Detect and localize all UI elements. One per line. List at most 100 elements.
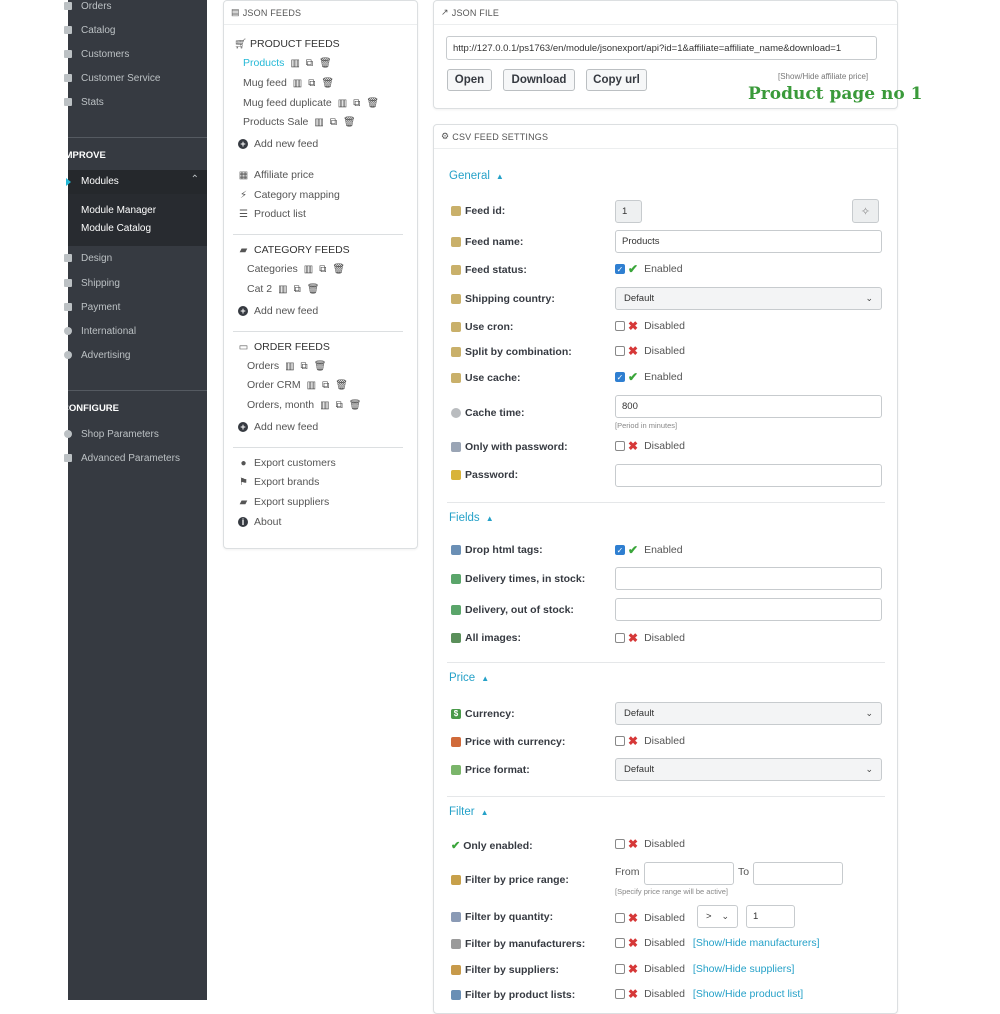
checkbox-unchecked[interactable] bbox=[615, 839, 625, 849]
nav-affiliate-price[interactable]: ▦ Affiliate price bbox=[238, 169, 314, 181]
trash-icon[interactable]: 🗑︎ bbox=[349, 400, 362, 411]
feed-item-order-crm[interactable]: Order CRM ▥ ⧉ 🗑︎ bbox=[247, 379, 348, 391]
filter-suppliers-toggle[interactable]: ✖ Disabled [Show/Hide suppliers] bbox=[615, 962, 794, 976]
section-fields-toggle[interactable]: Fields ▲ bbox=[449, 512, 494, 524]
nav-product-list[interactable]: ☰ Product list bbox=[238, 208, 306, 220]
sidebar-item-advanced-parameters[interactable]: Advanced Parameters bbox=[64, 448, 207, 468]
sidebar-item-shop-parameters[interactable]: Shop Parameters bbox=[64, 424, 207, 444]
checkbox-unchecked[interactable] bbox=[615, 633, 625, 643]
bar-chart-icon[interactable]: ▥ bbox=[278, 284, 287, 295]
checkbox-unchecked[interactable] bbox=[615, 441, 625, 451]
sidebar-item-customer-service[interactable]: Customer Service bbox=[64, 68, 207, 88]
sidebar-item-design[interactable]: Design bbox=[64, 248, 207, 268]
bar-chart-icon[interactable]: ▥ bbox=[285, 361, 294, 372]
shipping-country-select[interactable]: Default ⌄ bbox=[615, 287, 882, 310]
use-cron-toggle[interactable]: ✖ Disabled bbox=[615, 319, 685, 333]
nav-export-suppliers[interactable]: ▰ Export suppliers bbox=[238, 496, 330, 508]
product-list-toggle-link[interactable]: [Show/Hide product list] bbox=[693, 988, 803, 1000]
trash-icon[interactable]: 🗑︎ bbox=[343, 117, 356, 128]
suppliers-toggle-link[interactable]: [Show/Hide suppliers] bbox=[693, 963, 795, 975]
filter-quantity-toggle[interactable]: ✖ Disabled bbox=[615, 911, 685, 925]
checkbox-checked[interactable]: ✓ bbox=[615, 264, 625, 274]
feed-url-input[interactable]: http://127.0.0.1/ps1763/en/module/jsonex… bbox=[446, 36, 877, 60]
add-new-category-feed[interactable]: + Add new feed bbox=[238, 305, 318, 317]
copy-icon[interactable]: ⧉ bbox=[319, 264, 326, 275]
feed-item-cat-2[interactable]: Cat 2 ▥ ⧉ 🗑︎ bbox=[247, 283, 319, 295]
add-new-product-feed[interactable]: + Add new feed bbox=[238, 138, 318, 150]
nav-category-mapping[interactable]: ⚡︎ Category mapping bbox=[238, 189, 340, 201]
only-enabled-toggle[interactable]: ✖ Disabled bbox=[615, 837, 685, 851]
trash-icon[interactable]: 🗑︎ bbox=[314, 361, 327, 372]
price-to-input[interactable] bbox=[753, 862, 843, 885]
sidebar-item-international[interactable]: International bbox=[64, 321, 207, 341]
checkbox-unchecked[interactable] bbox=[615, 938, 625, 948]
sidebar-item-advertising[interactable]: Advertising bbox=[64, 345, 207, 365]
copy-icon[interactable]: ⧉ bbox=[294, 284, 301, 295]
sidebar-item-shipping[interactable]: Shipping bbox=[64, 273, 207, 293]
copy-icon[interactable]: ⧉ bbox=[308, 78, 315, 89]
affiliate-price-toggle[interactable]: [Show/Hide affiliate price] bbox=[778, 72, 868, 81]
manufacturers-toggle-link[interactable]: [Show/Hide manufacturers] bbox=[693, 937, 820, 949]
bar-chart-icon[interactable]: ▥ bbox=[293, 78, 302, 89]
sidebar-subitem-module-manager[interactable]: Module Manager bbox=[81, 205, 156, 216]
trash-icon[interactable]: 🗑︎ bbox=[307, 284, 320, 295]
copy-icon[interactable]: ⧉ bbox=[353, 98, 360, 109]
checkbox-unchecked[interactable] bbox=[615, 913, 625, 923]
sidebar-item-customers[interactable]: Customers bbox=[64, 44, 207, 64]
use-cache-toggle[interactable]: ✓ ✔ Enabled bbox=[615, 370, 683, 384]
copy-url-button[interactable]: Copy url bbox=[586, 69, 647, 91]
price-from-input[interactable] bbox=[644, 862, 734, 885]
feed-item-orders-month[interactable]: Orders, month ▥ ⧉ 🗑︎ bbox=[247, 399, 361, 411]
sidebar-item-modules[interactable]: Modules ⌃ bbox=[66, 170, 207, 194]
feed-item-products[interactable]: Products ▥ ⧉ 🗑︎ bbox=[243, 57, 332, 69]
feed-status-toggle[interactable]: ✓ ✔ Enabled bbox=[615, 262, 683, 276]
filter-manufacturers-toggle[interactable]: ✖ Disabled [Show/Hide manufacturers] bbox=[615, 936, 820, 950]
copy-icon[interactable]: ⧉ bbox=[322, 380, 329, 391]
download-button[interactable]: Download bbox=[503, 69, 575, 91]
split-combination-toggle[interactable]: ✖ Disabled bbox=[615, 344, 685, 358]
feed-item-mug-feed[interactable]: Mug feed ▥ ⧉ 🗑︎ bbox=[243, 77, 334, 89]
currency-select[interactable]: Default ⌄ bbox=[615, 702, 882, 725]
bar-chart-icon[interactable]: ▥ bbox=[320, 400, 329, 411]
password-input[interactable] bbox=[615, 464, 882, 487]
cache-time-input[interactable]: 800 bbox=[615, 395, 882, 418]
trash-icon[interactable]: 🗑︎ bbox=[321, 78, 334, 89]
price-format-select[interactable]: Default ⌄ bbox=[615, 758, 882, 781]
add-new-order-feed[interactable]: + Add new feed bbox=[238, 421, 318, 433]
section-filter-toggle[interactable]: Filter ▲ bbox=[449, 806, 488, 818]
sidebar-item-orders[interactable]: Orders bbox=[64, 0, 207, 16]
quantity-operator-select[interactable]: > ⌄ bbox=[697, 905, 738, 928]
nav-export-customers[interactable]: ● Export customers bbox=[238, 457, 335, 469]
checkbox-unchecked[interactable] bbox=[615, 346, 625, 356]
nav-export-brands[interactable]: ⚑ Export brands bbox=[238, 476, 319, 488]
open-button[interactable]: Open bbox=[447, 69, 492, 91]
section-price-toggle[interactable]: Price ▲ bbox=[449, 672, 489, 684]
checkbox-checked[interactable]: ✓ bbox=[615, 545, 625, 555]
feed-item-mug-feed-duplicate[interactable]: Mug feed duplicate ▥ ⧉ 🗑︎ bbox=[243, 97, 379, 109]
copy-icon[interactable]: ⧉ bbox=[306, 58, 313, 69]
checkbox-unchecked[interactable] bbox=[615, 989, 625, 999]
bar-chart-icon[interactable]: ▥ bbox=[338, 98, 347, 109]
all-images-toggle[interactable]: ✖ Disabled bbox=[615, 631, 685, 645]
filter-product-lists-toggle[interactable]: ✖ Disabled [Show/Hide product list] bbox=[615, 987, 803, 1001]
copy-icon[interactable]: ⧉ bbox=[301, 361, 308, 372]
copy-icon[interactable]: ⧉ bbox=[336, 400, 343, 411]
feed-item-categories[interactable]: Categories ▥ ⧉ 🗑︎ bbox=[247, 263, 345, 275]
trash-icon[interactable]: 🗑︎ bbox=[366, 98, 379, 109]
checkbox-unchecked[interactable] bbox=[615, 964, 625, 974]
sidebar-subitem-module-catalog[interactable]: Module Catalog bbox=[81, 223, 151, 234]
delivery-in-stock-input[interactable] bbox=[615, 567, 882, 590]
trash-icon[interactable]: 🗑︎ bbox=[319, 58, 332, 69]
section-general-toggle[interactable]: General ▲ bbox=[449, 170, 504, 182]
bar-chart-icon[interactable]: ▥ bbox=[307, 380, 316, 391]
price-with-currency-toggle[interactable]: ✖ Disabled bbox=[615, 734, 685, 748]
drop-html-toggle[interactable]: ✓ ✔ Enabled bbox=[615, 543, 683, 557]
feed-name-input[interactable]: Products bbox=[615, 230, 882, 253]
bar-chart-icon[interactable]: ▥ bbox=[304, 264, 313, 275]
checkbox-unchecked[interactable] bbox=[615, 736, 625, 746]
delivery-out-stock-input[interactable] bbox=[615, 598, 882, 621]
sidebar-item-payment[interactable]: Payment bbox=[64, 297, 207, 317]
nav-about[interactable]: i About bbox=[238, 516, 281, 528]
trash-icon[interactable]: 🗑︎ bbox=[332, 264, 345, 275]
trash-icon[interactable]: 🗑︎ bbox=[335, 380, 348, 391]
